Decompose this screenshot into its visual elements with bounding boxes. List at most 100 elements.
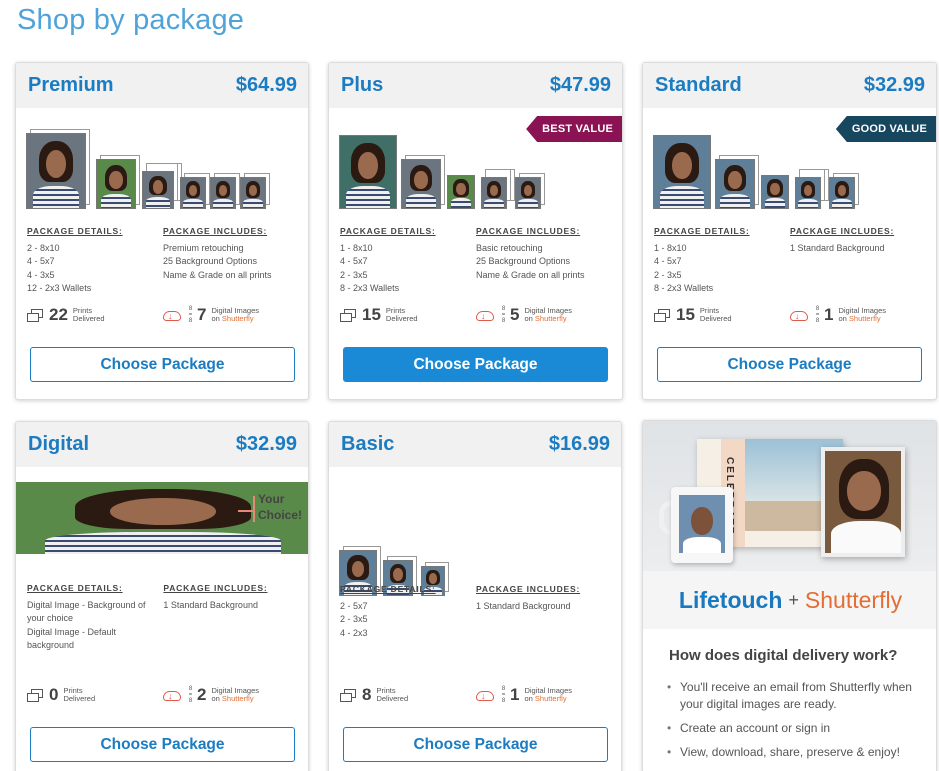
delivered-text: Delivered: [376, 694, 409, 703]
package-name: Basic: [341, 433, 395, 455]
delivered-text: Delivered: [385, 314, 418, 323]
film-icon: 8 = 8: [501, 306, 506, 324]
package-header: Premium $64.99: [16, 63, 308, 108]
digital-label: Digital Images on Shutterfly: [211, 306, 259, 324]
prints-delivered: 0 Prints Delivered: [27, 685, 163, 705]
choose-package-button[interactable]: Choose Package: [343, 347, 608, 382]
callout-line: Your: [258, 492, 285, 506]
prints-count: 15: [676, 305, 695, 324]
digital-count: 7: [197, 305, 207, 324]
detail-item: 8 - 2x3 Wallets: [340, 283, 400, 293]
prints-icon: [340, 688, 357, 702]
package-photos: [26, 129, 298, 209]
cloud-download-icon: ↓: [163, 308, 181, 322]
on-text: on: [524, 694, 533, 703]
student-portrait-image: [715, 159, 755, 209]
framed-portrait-image: [821, 447, 905, 557]
include-item: Name & Grade on all prints: [163, 269, 272, 280]
prints-delivered: 22 Prints Delivered: [27, 305, 163, 325]
include-item: 25 Background Options: [163, 256, 258, 266]
package-includes: PACKAGE INCLUDES: Premium retouching 25 Ba…: [163, 225, 299, 296]
detail-item: 12 - 2x3 Wallets: [27, 283, 92, 293]
prints-count: 15: [362, 305, 381, 324]
promo-step: Create an account or sign in: [667, 720, 927, 737]
on-shutterfly-text: on Shutterfly: [524, 694, 572, 704]
student-portrait-image: [26, 133, 86, 209]
package-details: PACKAGE DETAILS: 1 - 8x10 4 - 5x7 2 - 3x5 8 …: [340, 225, 476, 296]
detail-item: Digital Image - Background of your choic…: [27, 599, 146, 624]
film-icon: 8 = 8: [501, 686, 506, 704]
choose-package-button[interactable]: Choose Package: [657, 347, 922, 382]
cloud-download-icon: ↓: [476, 688, 494, 702]
film-icon: 8 = 8: [815, 306, 820, 324]
choose-package-button[interactable]: Choose Package: [343, 727, 608, 762]
detail-item: 2 - 5x7: [340, 600, 368, 611]
digital-delivery-promo: CELEBRATE Lifetouch + Shutterfly How doe…: [642, 420, 937, 771]
student-portrait-image: [795, 177, 821, 209]
package-details: PACKAGE DETAILS: Digital Image - Backgrou…: [27, 582, 163, 653]
package-price: $32.99: [235, 433, 297, 455]
on-text: on: [838, 314, 847, 323]
detail-item: 4 - 5x7: [27, 256, 55, 266]
include-item: 1 Standard Background: [476, 600, 571, 611]
on-shutterfly-text: on Shutterfly: [211, 694, 259, 704]
package-price: $32.99: [863, 74, 925, 96]
choose-package-button[interactable]: Choose Package: [30, 727, 295, 762]
promo-question: How does digital delivery work?: [669, 647, 898, 664]
prints-icon: [654, 308, 671, 322]
prints-label: Prints Delivered: [385, 306, 418, 324]
include-item: 1 Standard Background: [163, 599, 258, 610]
detail-item: 2 - 3x5: [340, 614, 368, 624]
prints-label: Prints Delivered: [63, 686, 95, 704]
package-header: Basic $16.99: [329, 422, 621, 467]
promo-steps: You'll receive an email from Shutterfly …: [667, 679, 927, 768]
include-item: 1 Standard Background: [790, 242, 885, 253]
digital-label: Digital Images on Shutterfly: [524, 306, 572, 324]
prints-count: 8: [362, 685, 372, 704]
lifetouch-logo: Lifetouch: [678, 586, 783, 613]
detail-item: 1 - 8x10: [654, 242, 687, 253]
package-details: PACKAGE DETAILS: 2 - 5x7 2 - 3x5 4 - 2x3: [340, 583, 476, 640]
student-portrait-image: [447, 175, 475, 209]
package-name: Standard: [655, 74, 742, 96]
on-shutterfly-text: on Shutterfly: [524, 314, 572, 324]
package-price: $16.99: [548, 433, 610, 455]
choose-package-button[interactable]: Choose Package: [30, 347, 295, 382]
details-heading: PACKAGE DETAILS:: [340, 584, 436, 594]
package-includes: PACKAGE INCLUDES: 1 Standard Background: [163, 582, 299, 653]
brand-plus: +: [788, 589, 799, 610]
package-name: Plus: [341, 74, 384, 96]
student-portrait-image: [761, 175, 789, 209]
digital-label: Digital Images on Shutterfly: [211, 686, 259, 704]
student-portrait-image: [210, 177, 236, 209]
on-text: on: [211, 694, 220, 703]
package-price: $47.99: [549, 74, 611, 96]
package-header: Plus $47.99: [329, 63, 622, 108]
promo-product-image: CELEBRATE: [643, 421, 936, 571]
photo-mug-image: [671, 487, 733, 563]
detail-item: 2 - 3x5: [654, 269, 682, 280]
prints-icon: [27, 688, 44, 702]
package-info: PACKAGE DETAILS: 1 - 8x10 4 - 5x7 2 - 3x5 8 …: [654, 225, 926, 296]
student-portrait-image: [515, 177, 541, 209]
include-item: Name & Grade on all prints: [476, 269, 585, 280]
on-text: on: [211, 314, 220, 323]
package-includes: PACKAGE INCLUDES: Basic retouching 25 Back…: [476, 225, 612, 296]
detail-item: 2 - 3x5: [340, 269, 368, 280]
include-item: Premium retouching: [163, 242, 244, 253]
detail-item: 4 - 2x3: [340, 627, 368, 638]
promo-step: You'll receive an email from Shutterfly …: [667, 679, 927, 713]
cloud-download-icon: ↓: [476, 308, 494, 322]
digital-count: 5: [510, 305, 520, 324]
package-name: Digital: [28, 433, 90, 455]
package-details: PACKAGE DETAILS: 2 - 8x10 4 - 5x7 4 - 3x5 12…: [27, 225, 163, 296]
package-info: PACKAGE DETAILS: 1 - 8x10 4 - 5x7 2 - 3x5 8 …: [340, 225, 612, 296]
package-details: PACKAGE DETAILS: 1 - 8x10 4 - 5x7 2 - 3x5 8 …: [654, 225, 790, 296]
package-info: PACKAGE DETAILS: Digital Image - Backgrou…: [27, 582, 299, 653]
include-item: 25 Background Options: [476, 256, 571, 266]
shutterfly-text: Shutterfly: [848, 314, 881, 323]
package-counts: 22 Prints Delivered ↓ 8 = 8 7 Digital Images on S…: [27, 303, 299, 327]
details-heading: PACKAGE DETAILS:: [27, 226, 123, 236]
promo-step: View, download, share, preserve & enjoy!: [667, 744, 927, 761]
delivered-text: Delivered: [699, 314, 732, 323]
